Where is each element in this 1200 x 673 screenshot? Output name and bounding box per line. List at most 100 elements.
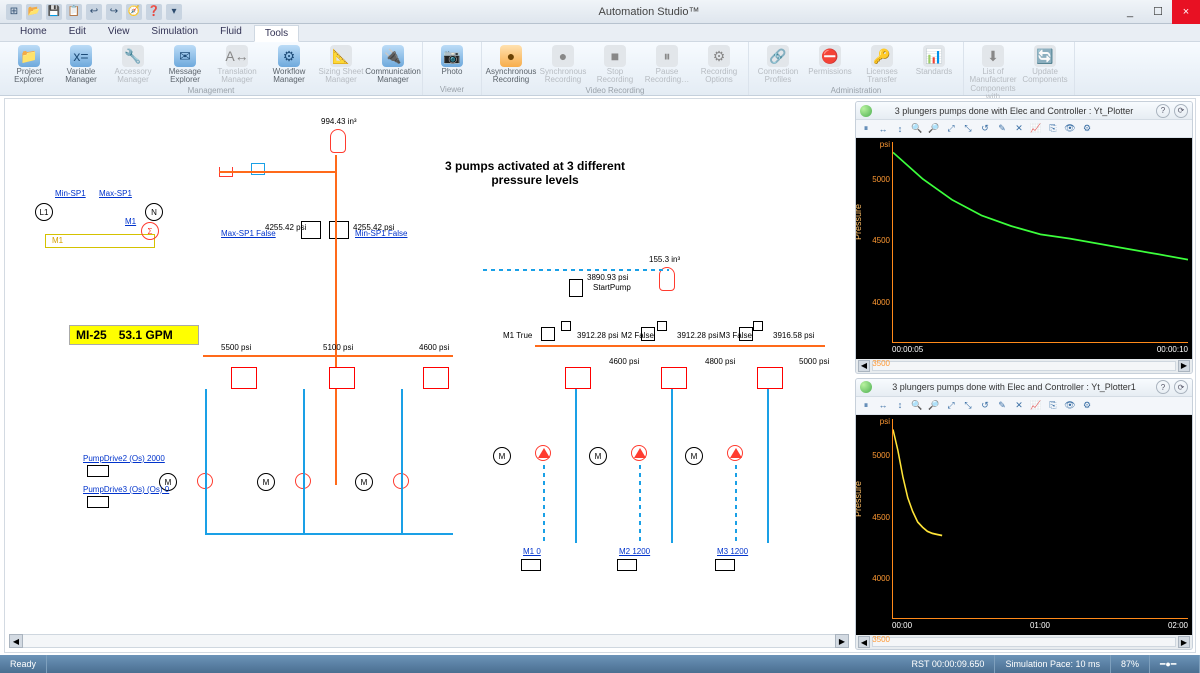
menu-tab-simulation[interactable]: Simulation <box>141 24 208 41</box>
plotter-tool-9[interactable]: ✕ <box>1011 122 1027 136</box>
link-m1[interactable]: M1 <box>125 217 136 226</box>
plotter-tool-12[interactable]: 👁 <box>1062 398 1078 412</box>
status-slider[interactable]: ━●━ <box>1150 655 1200 673</box>
menu-tab-edit[interactable]: Edit <box>59 24 96 41</box>
ribbon-asynchronous-recording[interactable]: ●Asynchronous Recording <box>486 44 536 86</box>
grid-area <box>892 419 1188 620</box>
link-pumpdrive2[interactable]: PumpDrive2 (Os) 2000 <box>83 454 165 463</box>
hscroll-right-icon[interactable]: ▶ <box>835 634 849 648</box>
canvas-h-scrollbar[interactable]: ◀ ▶ <box>9 634 849 648</box>
ribbon-message-explorer[interactable]: ✉Message Explorer <box>160 44 210 86</box>
plotter-tool-10[interactable]: 📈 <box>1028 122 1044 136</box>
plot-area[interactable]: psiPressure500045004000350000:0001:0002:… <box>856 415 1192 636</box>
plotter-tool-13[interactable]: ⚙ <box>1079 122 1095 136</box>
link-max-sp1[interactable]: Max-SP1 <box>99 189 132 198</box>
plotter-tool-12[interactable]: 👁 <box>1062 122 1078 136</box>
plotter-tool-0[interactable]: ⏸ <box>858 398 874 412</box>
plotter-tool-5[interactable]: ⤢ <box>943 398 959 412</box>
stop-icon: ■ <box>604 45 626 67</box>
qat-button-3[interactable]: 📋 <box>66 4 82 20</box>
plotter-tool-3[interactable]: 🔍 <box>909 122 925 136</box>
link-pumpdrive3[interactable]: PumpDrive3 (Os) (Os) 0 <box>83 485 169 494</box>
plot-scrollbar[interactable]: ◀▶ <box>856 359 1192 373</box>
scroll-track[interactable] <box>872 637 1176 647</box>
link-m3-1200[interactable]: M3 1200 <box>717 547 748 556</box>
ribbon-photo[interactable]: 📷Photo <box>427 44 477 77</box>
maximize-button[interactable]: ☐ <box>1144 0 1172 24</box>
ribbon-synchronous-recording: ●Synchronous Recording <box>538 44 588 86</box>
ribbon-workflow-manager[interactable]: ⚙Workflow Manager <box>264 44 314 86</box>
menu-tab-tools[interactable]: Tools <box>254 25 299 42</box>
menu-tab-fluid[interactable]: Fluid <box>210 24 252 41</box>
link-m2-1200[interactable]: M2 1200 <box>619 547 650 556</box>
plotter-tool-6[interactable]: ⤡ <box>960 122 976 136</box>
plotter-tool-1[interactable]: ↔ <box>875 398 891 412</box>
workspace: 3 pumps activated at 3 different pressur… <box>4 98 1196 653</box>
plotter-tool-0[interactable]: ⏸ <box>858 122 874 136</box>
plotter-tool-13[interactable]: ⚙ <box>1079 398 1095 412</box>
diagram-canvas[interactable]: 3 pumps activated at 3 different pressur… <box>5 99 853 652</box>
plotter-tool-11[interactable]: ⎘ <box>1045 398 1061 412</box>
scroll-right-icon[interactable]: ▶ <box>1178 360 1190 372</box>
plotter-tool-4[interactable]: 🔎 <box>926 398 942 412</box>
link-max-sp1-false[interactable]: Max-SP1 False <box>221 229 276 238</box>
close-button[interactable]: × <box>1172 0 1200 24</box>
plotter-header[interactable]: 3 plungers pumps done with Elec and Cont… <box>856 102 1192 120</box>
pp2-val: 3912.28 psi <box>677 331 718 340</box>
menu-tab-home[interactable]: Home <box>10 24 57 41</box>
menu-tab-view[interactable]: View <box>98 24 140 41</box>
pswitch-m3-icon <box>739 327 753 341</box>
qat-button-8[interactable]: ▾ <box>166 4 182 20</box>
link-min-sp1[interactable]: Min-SP1 <box>55 189 86 198</box>
ribbon-communication-manager[interactable]: 🔌Communication Manager <box>368 44 418 86</box>
plotter-tool-2[interactable]: ↕ <box>892 398 908 412</box>
y-unit: psi <box>860 140 890 149</box>
y-tick: 3500 <box>860 359 890 368</box>
refresh-icon[interactable]: ⟳ <box>1174 380 1188 394</box>
minimize-button[interactable]: _ <box>1116 0 1144 24</box>
plotter-tool-11[interactable]: ⎘ <box>1045 122 1061 136</box>
hscroll-track[interactable] <box>23 634 835 648</box>
help-icon[interactable]: ? <box>1156 380 1170 394</box>
plotter-tool-8[interactable]: ✎ <box>994 398 1010 412</box>
plot-scrollbar[interactable]: ◀▶ <box>856 635 1192 649</box>
pipe-rsuc3 <box>735 461 737 541</box>
plotter-tool-6[interactable]: ⤡ <box>960 398 976 412</box>
plotter-tool-7[interactable]: ↺ <box>977 122 993 136</box>
qat-button-7[interactable]: ❓ <box>146 4 162 20</box>
menu-bar: HomeEditViewSimulationFluidTools <box>0 24 1200 42</box>
plotter-tool-3[interactable]: 🔍 <box>909 398 925 412</box>
plotter-tool-5[interactable]: ⤢ <box>943 122 959 136</box>
qat-button-1[interactable]: 📂 <box>26 4 42 20</box>
ribbon-variable-manager[interactable]: x=Variable Manager <box>56 44 106 86</box>
x-ticks: 00:0001:0002:00 <box>892 621 1188 633</box>
plotter-tool-2[interactable]: ↕ <box>892 122 908 136</box>
qat-button-6[interactable]: 🧭 <box>126 4 142 20</box>
plotter-tool-8[interactable]: ✎ <box>994 122 1010 136</box>
plotter-tool-7[interactable]: ↺ <box>977 398 993 412</box>
ribbon-group-label: Viewer <box>440 85 464 95</box>
rv-r2: 4800 psi <box>705 357 735 366</box>
hscroll-left-icon[interactable]: ◀ <box>9 634 23 648</box>
plotter-tool-9[interactable]: ✕ <box>1011 398 1027 412</box>
plotter-tool-10[interactable]: 📈 <box>1028 398 1044 412</box>
scroll-right-icon[interactable]: ▶ <box>1178 636 1190 648</box>
refresh-icon[interactable]: ⟳ <box>1174 104 1188 118</box>
plotter-header[interactable]: 3 plungers pumps done with Elec and Cont… <box>856 379 1192 397</box>
qat-button-5[interactable]: ↪ <box>106 4 122 20</box>
qat-button-4[interactable]: ↩ <box>86 4 102 20</box>
qat-button-0[interactable]: ⊞ <box>6 4 22 20</box>
plotter-tool-4[interactable]: 🔎 <box>926 122 942 136</box>
help-icon[interactable]: ? <box>1156 104 1170 118</box>
ribbon-item-label: Asynchronous Recording <box>486 68 537 85</box>
link-min-sp1-false[interactable]: Min-SP1 False <box>355 229 407 238</box>
ribbon-pause-recording-: ⏸Pause Recording… <box>642 44 692 86</box>
qat-button-2[interactable]: 💾 <box>46 4 62 20</box>
ribbon-project-explorer[interactable]: 📁Project Explorer <box>4 44 54 86</box>
plot-area[interactable]: psiPressure500045004000350000:00:0500:00… <box>856 138 1192 359</box>
plotter-tool-1[interactable]: ↔ <box>875 122 891 136</box>
status-zoom[interactable]: 87% <box>1111 655 1150 673</box>
standards-icon: 📊 <box>923 45 945 67</box>
scroll-track[interactable] <box>872 361 1176 371</box>
link-m1-0[interactable]: M1 0 <box>523 547 541 556</box>
